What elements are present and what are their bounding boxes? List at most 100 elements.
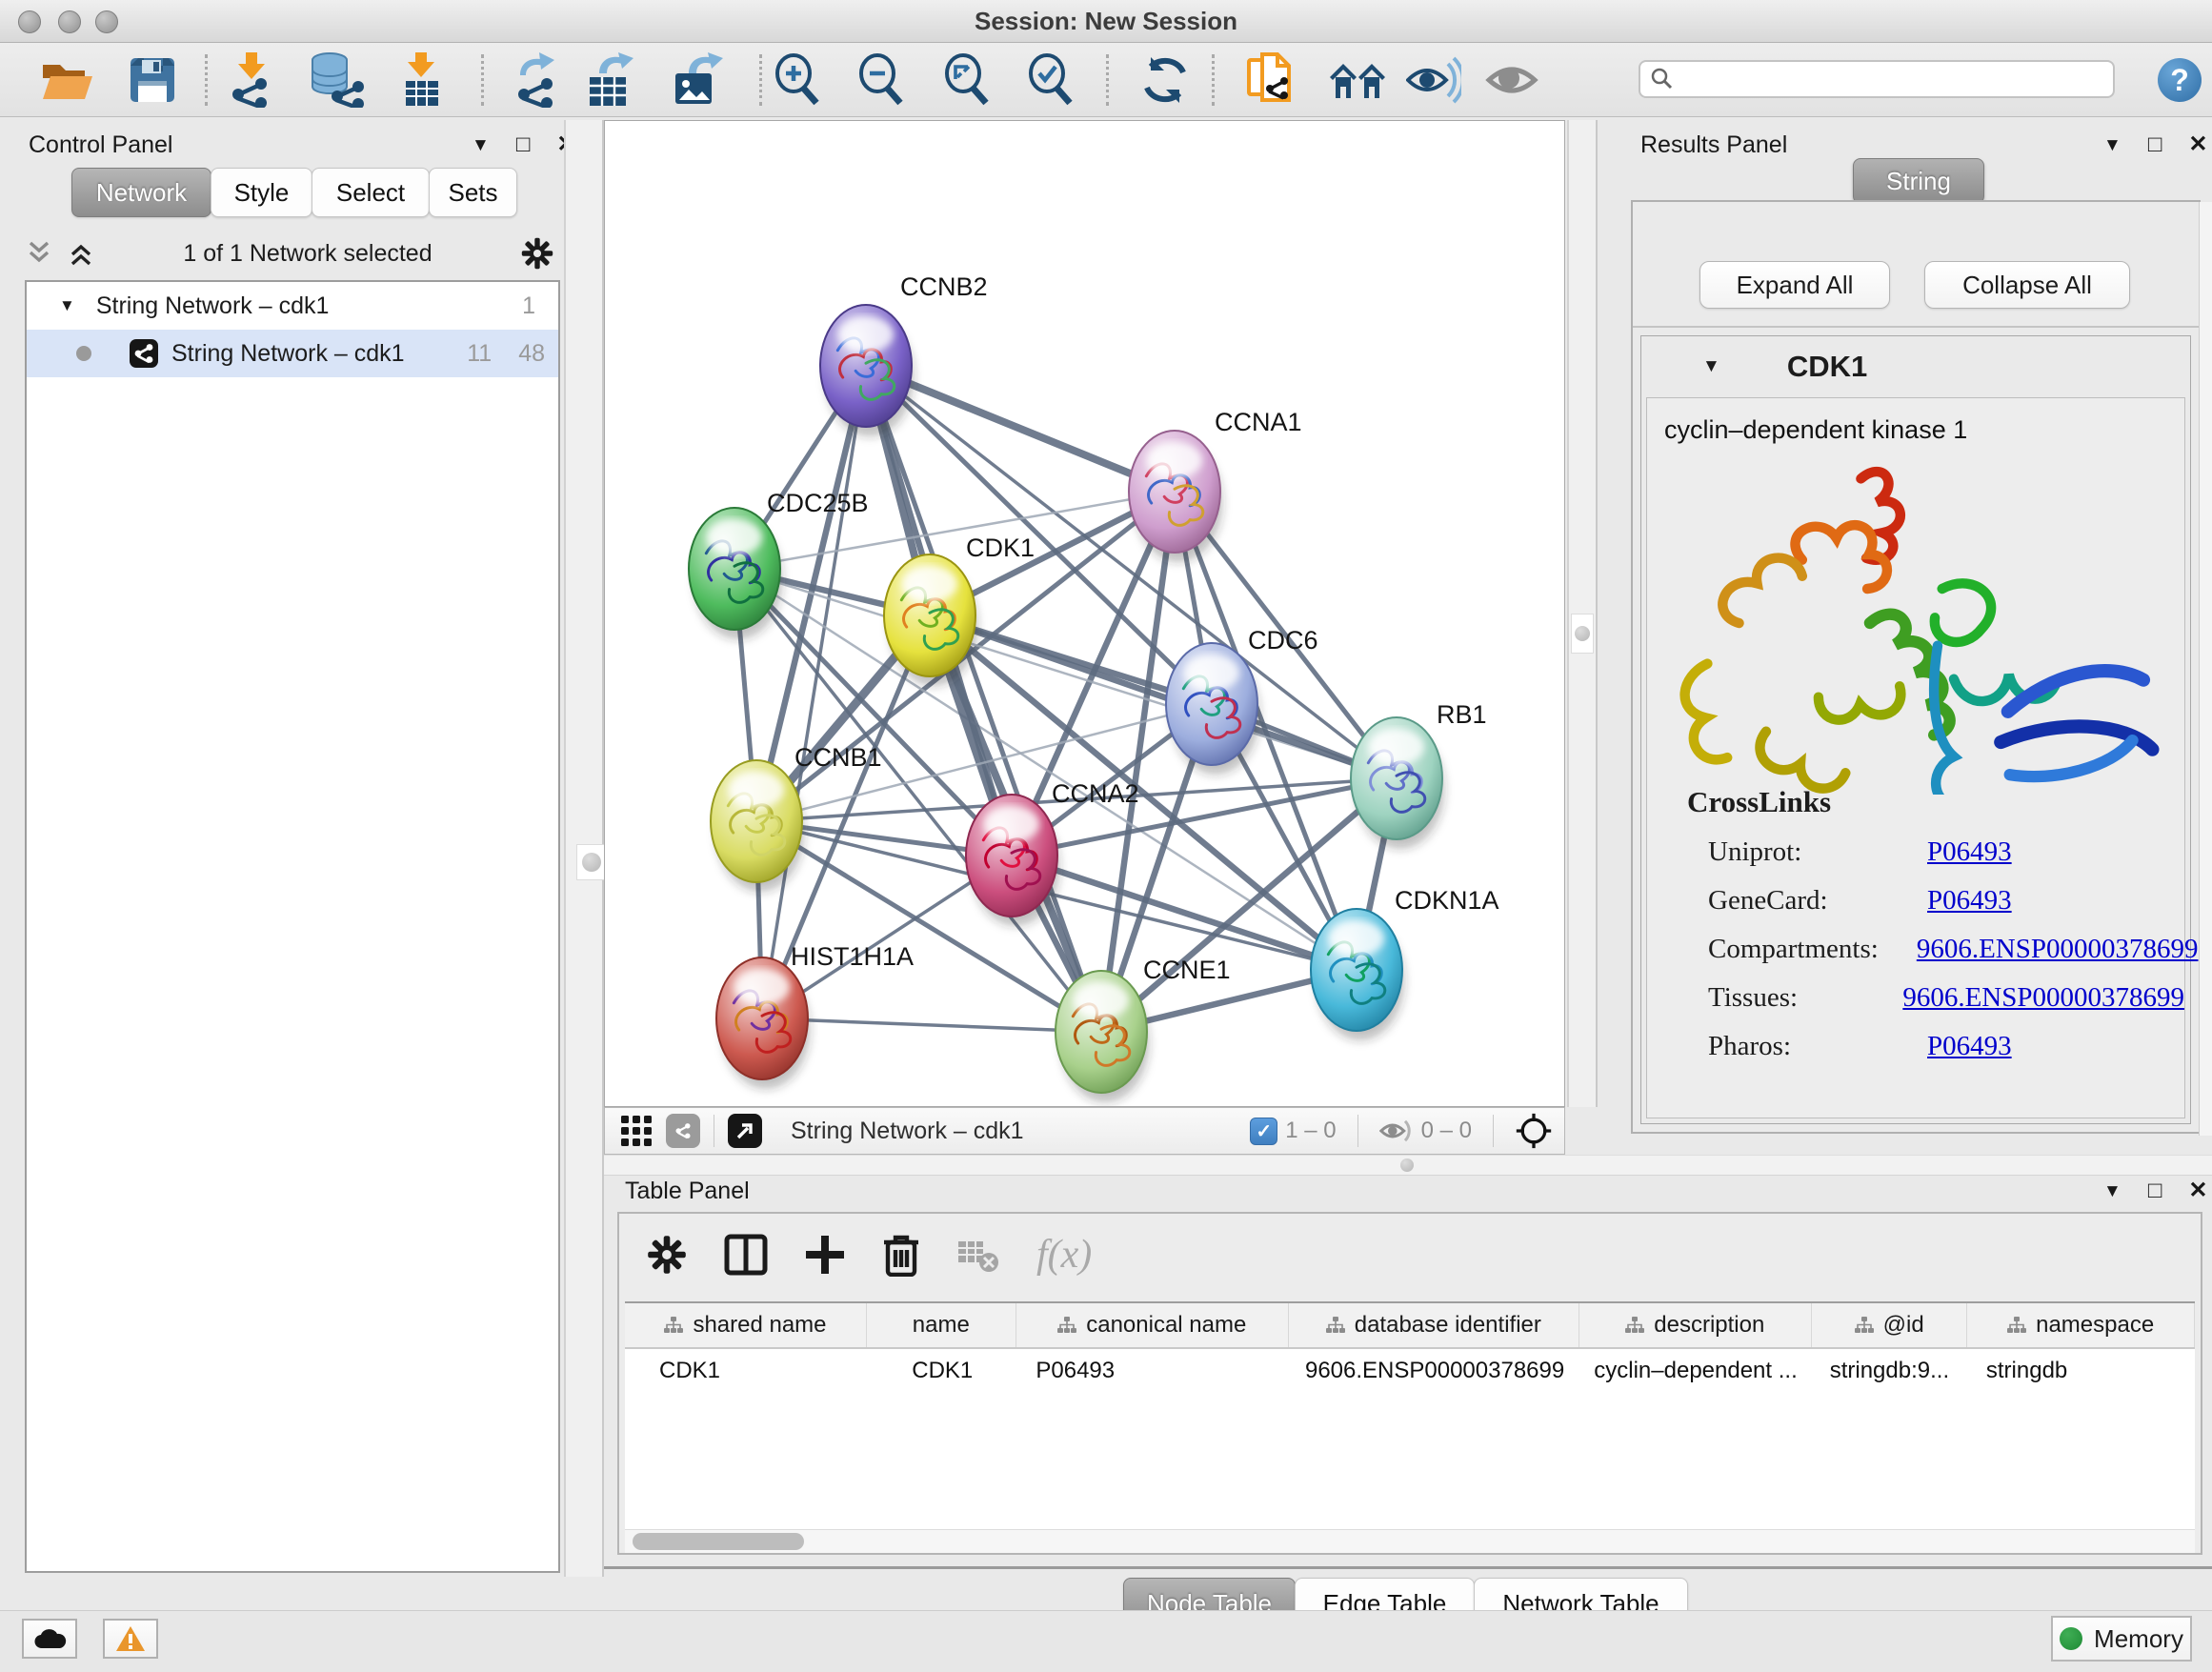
cloud-button[interactable] — [22, 1619, 77, 1659]
float-panel-icon[interactable]: □ — [2148, 133, 2162, 156]
network-node-CCNA2[interactable] — [966, 795, 1059, 926]
collapse-all-icon[interactable] — [25, 241, 53, 266]
table-settings-gear-icon[interactable] — [646, 1234, 688, 1276]
node-label-CDC25B: CDC25B — [767, 489, 869, 517]
table-hscrollbar[interactable] — [625, 1529, 2195, 1553]
network-node-CCNE1[interactable] — [1056, 971, 1149, 1102]
right-splitter-handle[interactable] — [1571, 614, 1594, 654]
import-network-from-database-icon[interactable] — [309, 52, 366, 108]
horizontal-splitter-handle[interactable] — [1400, 1158, 1414, 1172]
search-box[interactable] — [1639, 60, 2115, 98]
table-cell[interactable]: 9606.ENSP00000378699 — [1290, 1349, 1579, 1393]
network-node-CDK1[interactable] — [884, 554, 977, 686]
horizontal-splitter[interactable] — [604, 1155, 2212, 1176]
network-node-HIST1H1A[interactable] — [716, 957, 810, 1089]
section-expander-icon[interactable]: ▼ — [1702, 356, 1720, 377]
results-scrollbar[interactable] — [2199, 202, 2212, 1136]
network-node-CDC6[interactable] — [1166, 643, 1259, 775]
hide-selected-icon[interactable] — [1406, 56, 1461, 104]
column-header-canonical-name[interactable]: canonical name — [1016, 1303, 1289, 1347]
delete-icon[interactable] — [882, 1233, 920, 1277]
zoom-selected-icon[interactable] — [1026, 53, 1077, 107]
zoom-in-icon[interactable] — [773, 53, 824, 107]
tab-network[interactable]: Network — [71, 168, 211, 217]
network-node-RB1[interactable] — [1351, 717, 1444, 849]
hidden-eye-icon[interactable] — [1379, 1117, 1414, 1145]
string-view-icon[interactable] — [666, 1114, 700, 1148]
crosslink-value-link[interactable]: 9606.ENSP00000378699 — [1917, 934, 2199, 965]
network-collection-row[interactable]: ▼ String Network – cdk1 1 — [27, 282, 558, 330]
crosslink-value-link[interactable]: P06493 — [1927, 836, 2012, 868]
export-table-icon[interactable] — [586, 52, 637, 108]
grid-view-icon[interactable] — [620, 1115, 653, 1147]
close-panel-icon[interactable]: ✕ — [2188, 1179, 2207, 1202]
home-levels-icon[interactable] — [1328, 58, 1387, 102]
network-row-selected[interactable]: String Network – cdk1 11 48 — [27, 330, 558, 377]
left-splitter-handle[interactable] — [576, 844, 607, 880]
right-splitter[interactable] — [1567, 120, 1598, 1107]
zoom-out-icon[interactable] — [856, 53, 908, 107]
collapse-panel-icon[interactable]: ▼ — [2103, 1182, 2122, 1200]
network-status-dot — [76, 346, 91, 361]
close-panel-icon[interactable]: ✕ — [2188, 133, 2207, 156]
clone-network-icon[interactable] — [1246, 52, 1296, 108]
birds-eye-icon[interactable] — [1515, 1112, 1553, 1150]
network-node-CCNA1[interactable] — [1129, 431, 1222, 562]
tree-expander-icon[interactable]: ▼ — [59, 296, 75, 315]
expand-all-icon[interactable] — [67, 241, 95, 266]
selected-nodes-checkbox[interactable]: ✓ — [1250, 1118, 1277, 1145]
search-input[interactable] — [1675, 65, 2113, 93]
zoom-fit-icon[interactable] — [942, 53, 994, 107]
table-container: f(x) shared namenamecanonical namedataba… — [617, 1212, 2202, 1555]
network-node-CCNB1[interactable] — [711, 760, 804, 892]
export-network-icon[interactable] — [513, 52, 562, 108]
memory-button[interactable]: Memory — [2051, 1616, 2192, 1662]
table-cell[interactable]: stringdb — [1967, 1349, 2195, 1393]
tab-style[interactable]: Style — [211, 168, 312, 217]
help-button[interactable]: ? — [2158, 58, 2202, 102]
tab-sets[interactable]: Sets — [429, 168, 517, 217]
column-header-description[interactable]: description — [1579, 1303, 1812, 1347]
import-table-icon[interactable] — [398, 52, 444, 108]
expand-all-button[interactable]: Expand All — [1699, 261, 1890, 309]
left-splitter[interactable] — [564, 120, 604, 1577]
network-node-CDKN1A[interactable] — [1311, 909, 1404, 1040]
table-cell[interactable]: CDK1 — [868, 1349, 1016, 1393]
table-cell[interactable]: stringdb:9... — [1812, 1349, 1967, 1393]
column-header-shared-name[interactable]: shared name — [625, 1303, 867, 1347]
tab-string[interactable]: String — [1853, 158, 1984, 204]
collapse-panel-icon[interactable]: ▼ — [2103, 136, 2122, 154]
network-canvas[interactable]: CCNB2CCNA1CDC25BCDK1CDC6RB1CCNB1CCNA2CDK… — [604, 120, 1565, 1107]
table-panel: Table Panel ▼ □ ✕ f(x) shared namenameca… — [604, 1174, 2212, 1578]
open-in-window-icon[interactable] — [728, 1114, 762, 1148]
save-session-icon[interactable] — [129, 56, 176, 104]
warnings-button[interactable] — [103, 1619, 158, 1659]
column-header--id[interactable]: @id — [1812, 1303, 1967, 1347]
column-header-name[interactable]: name — [867, 1303, 1016, 1347]
open-session-icon[interactable] — [39, 57, 94, 103]
crosslink-value-link[interactable]: 9606.ENSP00000378699 — [1902, 982, 2184, 1014]
table-cell[interactable]: P06493 — [1016, 1349, 1290, 1393]
gear-icon[interactable] — [520, 236, 554, 271]
refresh-icon[interactable] — [1139, 55, 1191, 105]
table-cell[interactable]: CDK1 — [625, 1349, 868, 1393]
network-node-CDC25B[interactable] — [689, 508, 782, 639]
crosslink-value-link[interactable]: P06493 — [1927, 885, 2012, 917]
add-column-icon[interactable] — [804, 1234, 846, 1276]
table-cell[interactable]: cyclin–dependent ... — [1579, 1349, 1812, 1393]
network-collection-label: String Network – cdk1 — [96, 292, 330, 320]
column-header-database-identifier[interactable]: database identifier — [1289, 1303, 1579, 1347]
export-image-icon[interactable] — [672, 52, 723, 108]
crosslink-value-link[interactable]: P06493 — [1927, 1031, 2012, 1062]
collapse-panel-icon[interactable]: ▼ — [472, 136, 490, 154]
float-panel-icon[interactable]: □ — [2148, 1179, 2162, 1202]
show-columns-icon[interactable] — [724, 1234, 768, 1276]
control-panel-title: Control Panel — [29, 131, 172, 159]
column-header-namespace[interactable]: namespace — [1967, 1303, 2195, 1347]
import-network-icon[interactable] — [227, 52, 276, 108]
tab-select[interactable]: Select — [312, 168, 430, 217]
float-panel-icon[interactable]: □ — [516, 133, 531, 156]
collapse-all-button[interactable]: Collapse All — [1924, 261, 2130, 309]
table-hscrollbar-thumb[interactable] — [633, 1533, 804, 1550]
table-row[interactable]: CDK1CDK1P064939606.ENSP00000378699cyclin… — [625, 1349, 2195, 1393]
